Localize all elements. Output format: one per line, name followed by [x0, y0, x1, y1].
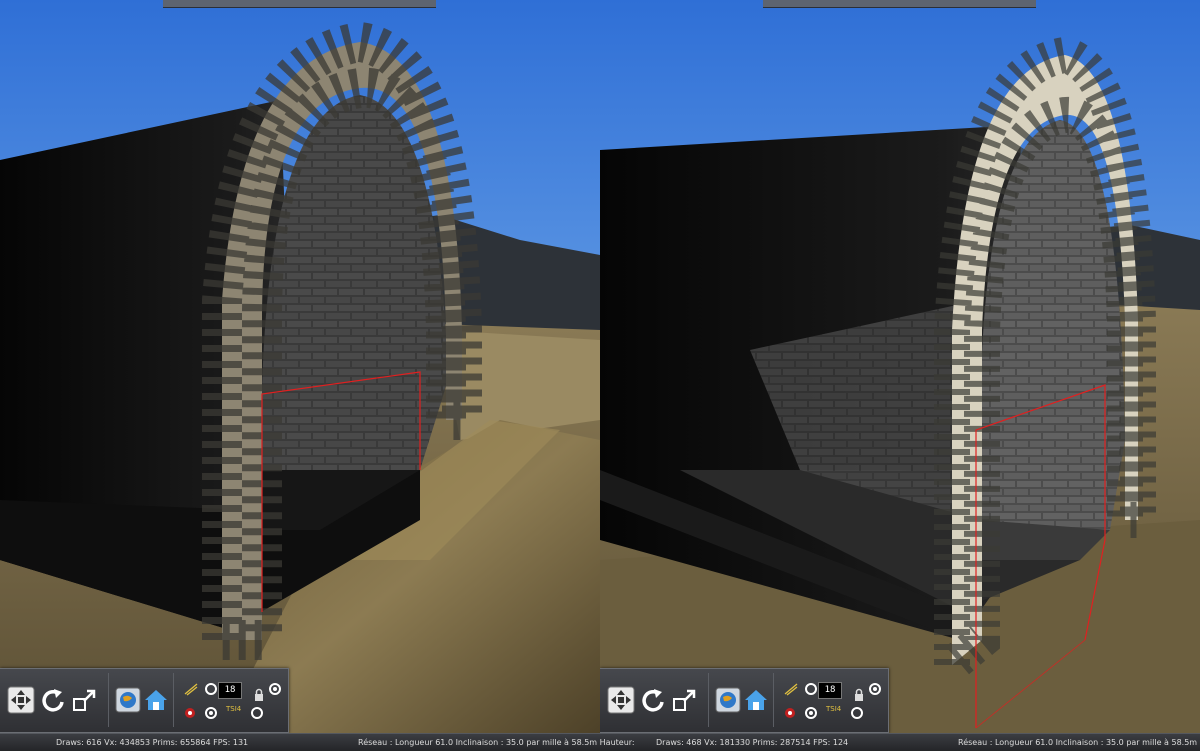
counter-value[interactable]: 18 [218, 682, 242, 699]
home-view-button[interactable] [741, 685, 771, 715]
option-toggle-1[interactable] [804, 681, 818, 695]
target-icon [251, 707, 263, 719]
viewport-right[interactable]: 18 TSI4 [600, 0, 1200, 733]
track-icon [184, 683, 198, 696]
viewport-left[interactable]: 18 TSI4 [0, 0, 600, 733]
option-tools: 18 TSI4 [774, 673, 886, 727]
option-toggle-2[interactable] [868, 681, 882, 695]
option-toggle-1[interactable] [204, 681, 218, 695]
move-tool-button[interactable] [6, 685, 36, 715]
counter-value[interactable]: 18 [818, 682, 842, 699]
render-stats-right: Draws: 468 Vx: 181330 Prims: 287514 FPS:… [656, 738, 849, 747]
rotate-tool-button[interactable] [38, 685, 68, 715]
editor-toolbar: 18 TSI4 [600, 668, 889, 733]
view-tools [709, 673, 774, 727]
world-view-button[interactable] [113, 685, 143, 715]
resize-tool-button[interactable] [670, 685, 700, 715]
option-toggle-2[interactable] [268, 681, 282, 695]
track-option-button[interactable] [184, 681, 198, 696]
track-icon [784, 683, 798, 696]
world-view-button[interactable] [713, 685, 743, 715]
move-icon [607, 686, 635, 714]
transform-tools [0, 673, 109, 727]
network-info-right: Réseau : Longueur 61.0 Inclinaison : 35.… [958, 738, 1200, 747]
target-icon [205, 683, 217, 695]
signal-icon [185, 708, 195, 718]
render-stats-left: Draws: 616 Vx: 434853 Prims: 655864 FPS:… [56, 738, 249, 747]
viewport-top-handle[interactable] [163, 0, 436, 8]
rotate-icon [642, 689, 664, 712]
home-view-button[interactable] [141, 685, 171, 715]
resize-icon [73, 689, 96, 711]
target-icon [205, 707, 217, 719]
lock-toggle[interactable] [852, 687, 866, 701]
rotate-icon [42, 689, 64, 712]
globe-icon [115, 687, 141, 713]
target-icon [269, 683, 281, 695]
editor-toolbar: 18 TSI4 [0, 668, 289, 733]
viewport-top-handle[interactable] [763, 0, 1036, 8]
move-tool-button[interactable] [606, 685, 636, 715]
option-toggle-4[interactable] [250, 705, 264, 719]
lock-icon [855, 688, 863, 701]
option-toggle-3[interactable] [804, 705, 818, 719]
target-icon [805, 683, 817, 695]
lock-icon [255, 688, 263, 701]
option-toggle-4[interactable] [850, 705, 864, 719]
target-icon [805, 707, 817, 719]
transform-tools [600, 673, 709, 727]
rotate-tool-button[interactable] [638, 685, 668, 715]
globe-icon [715, 687, 741, 713]
option-toggle-3[interactable] [204, 705, 218, 719]
tsi-label: TSI4 [826, 705, 842, 713]
signal-option-button[interactable] [184, 705, 198, 719]
lock-toggle[interactable] [252, 687, 266, 701]
option-tools: 18 TSI4 [174, 673, 286, 727]
resize-tool-button[interactable] [70, 685, 100, 715]
target-icon [869, 683, 881, 695]
tsi-label: TSI4 [226, 705, 242, 713]
resize-icon [673, 689, 696, 711]
move-icon [7, 686, 35, 714]
scene-render-left[interactable] [0, 0, 600, 733]
signal-icon [785, 708, 795, 718]
track-option-button[interactable] [784, 681, 798, 696]
scene-render-right[interactable] [600, 0, 1200, 733]
home-icon [145, 690, 167, 710]
view-tools [109, 673, 174, 727]
network-info-left: Réseau : Longueur 61.0 Inclinaison : 35.… [358, 738, 635, 747]
target-icon [851, 707, 863, 719]
home-icon [745, 690, 767, 710]
signal-option-button[interactable] [784, 705, 798, 719]
status-bar: Draws: 616 Vx: 434853 Prims: 655864 FPS:… [0, 733, 1200, 751]
